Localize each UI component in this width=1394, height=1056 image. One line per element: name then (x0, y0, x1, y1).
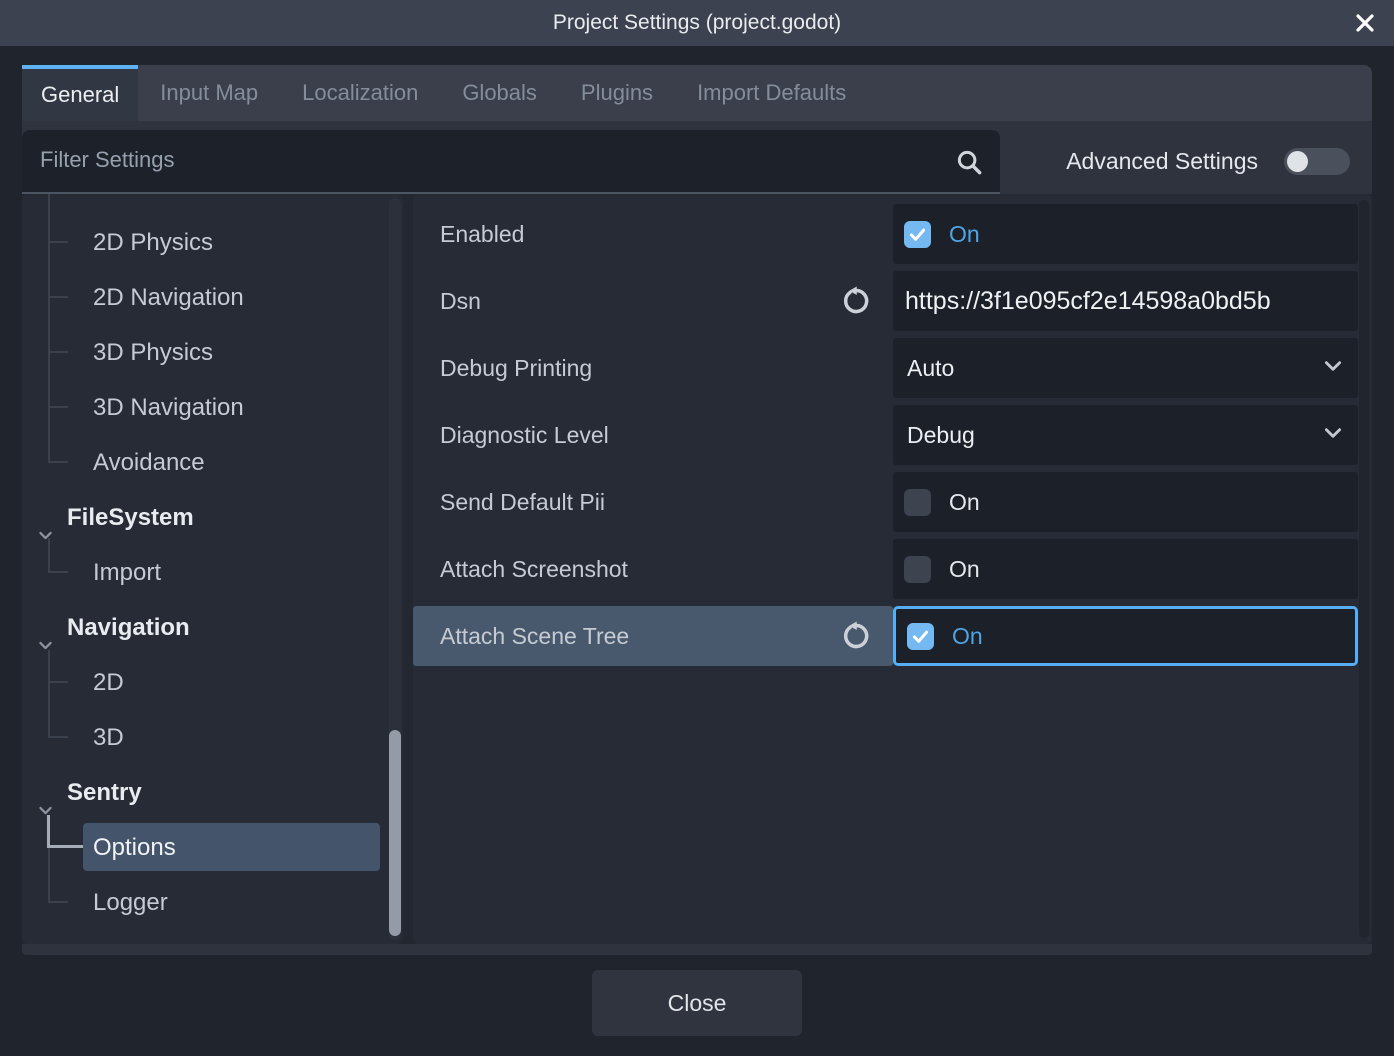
toggle-knob (1287, 151, 1308, 172)
enabled-value-cell: On (893, 204, 1358, 264)
chevron-down-icon (37, 619, 54, 674)
tree-section-filesystem[interactable]: FileSystem (22, 490, 403, 545)
tab-plugins[interactable]: Plugins (559, 65, 675, 121)
chevron-down-icon (1322, 422, 1344, 449)
tree-item-logger[interactable]: Logger (22, 875, 403, 930)
tab-bar: General Input Map Localization Globals P… (22, 65, 1372, 121)
setting-row-attach-scene-tree: Attach Scene Tree (413, 606, 1358, 666)
debug-printing-dropdown[interactable]: Auto (893, 338, 1358, 398)
checkbox-state-label: On (952, 623, 983, 650)
panels-region: 2D Physics 2D Navigation 3D Physics 3D N… (22, 194, 1372, 944)
general-tab-panel: Advanced Settings (22, 121, 1372, 955)
attach-screenshot-checkbox[interactable] (904, 556, 931, 583)
tab-general[interactable]: General (22, 65, 138, 121)
advanced-settings-area: Advanced Settings (1066, 130, 1372, 175)
setting-label: Dsn (440, 288, 841, 315)
footer: Close (0, 955, 1394, 1056)
tree-item-2d[interactable]: 2D (22, 655, 403, 710)
setting-row-debug-printing: Debug Printing Auto (413, 338, 1358, 398)
titlebar: Project Settings (project.godot) (0, 0, 1394, 46)
search-icon (954, 147, 984, 182)
x-icon (1353, 11, 1377, 35)
tab-globals[interactable]: Globals (440, 65, 559, 121)
revert-icon[interactable] (841, 286, 871, 316)
tree-item-options[interactable]: Options (22, 820, 403, 875)
setting-row-diagnostic-level: Diagnostic Level Debug (413, 405, 1358, 465)
close-button[interactable]: Close (592, 970, 802, 1036)
tab-localization[interactable]: Localization (280, 65, 440, 121)
filter-settings-field (22, 130, 1000, 194)
advanced-settings-label: Advanced Settings (1066, 148, 1258, 175)
setting-label: Attach Scene Tree (440, 623, 841, 650)
attach-scene-tree-checkbox[interactable] (907, 623, 934, 650)
tree-item-3d[interactable]: 3D (22, 710, 403, 765)
attach-scene-tree-value-cell: On (893, 606, 1358, 666)
spacer (0, 46, 1394, 65)
check-icon (910, 626, 931, 647)
chevron-down-icon (1322, 355, 1344, 382)
setting-label: Enabled (440, 221, 881, 248)
settings-tree: 2D Physics 2D Navigation 3D Physics 3D N… (22, 194, 403, 944)
setting-row-send-default-pii: Send Default Pii On (413, 472, 1358, 532)
send-default-pii-checkbox[interactable] (904, 489, 931, 516)
window-title: Project Settings (project.godot) (553, 11, 841, 35)
setting-label: Diagnostic Level (440, 422, 881, 449)
checkbox-state-label: On (949, 221, 980, 248)
send-default-pii-value-cell: On (893, 472, 1358, 532)
dsn-text-input[interactable]: https://3f1e095cf2e14598a0bd5b (893, 271, 1358, 331)
tab-input-map[interactable]: Input Map (138, 65, 280, 121)
settings-inspector: Enabled On Dsn (413, 194, 1372, 944)
checkbox-state-label: On (949, 556, 980, 583)
setting-row-attach-screenshot: Attach Screenshot On (413, 539, 1358, 599)
tab-import-defaults[interactable]: Import Defaults (675, 65, 868, 121)
setting-row-enabled: Enabled On (413, 204, 1358, 264)
checkbox-state-label: On (949, 489, 980, 516)
close-icon[interactable] (1352, 10, 1378, 36)
tree-item-avoidance[interactable]: Avoidance (22, 435, 403, 490)
tree-item-2d-physics[interactable]: 2D Physics (22, 215, 403, 270)
tree-item-2d-navigation[interactable]: 2D Navigation (22, 270, 403, 325)
tree-item-3d-physics[interactable]: 3D Physics (22, 325, 403, 380)
enabled-checkbox[interactable] (904, 221, 931, 248)
filter-row: Advanced Settings (22, 121, 1372, 194)
chevron-down-icon (37, 509, 54, 564)
tree-section-sentry[interactable]: Sentry (22, 765, 403, 820)
scrollbar-thumb[interactable] (389, 730, 401, 936)
setting-label: Debug Printing (440, 355, 881, 382)
highlighted-label-area: Attach Scene Tree (413, 606, 893, 666)
setting-label: Attach Screenshot (440, 556, 881, 583)
tree-item-import[interactable]: Import (22, 545, 403, 600)
check-icon (907, 224, 928, 245)
diagnostic-level-dropdown[interactable]: Debug (893, 405, 1358, 465)
tree-item-3d-navigation[interactable]: 3D Navigation (22, 380, 403, 435)
setting-label: Send Default Pii (440, 489, 881, 516)
attach-screenshot-value-cell: On (893, 539, 1358, 599)
advanced-settings-toggle[interactable] (1284, 148, 1350, 175)
project-settings-dialog: Project Settings (project.godot) General… (0, 0, 1394, 1056)
tree-section-navigation[interactable]: Navigation (22, 600, 403, 655)
filter-settings-input[interactable] (22, 130, 942, 190)
setting-row-dsn: Dsn https://3f1e095cf2e14598a0bd5b (413, 271, 1358, 331)
chevron-down-icon (37, 784, 54, 839)
revert-icon[interactable] (841, 621, 871, 651)
